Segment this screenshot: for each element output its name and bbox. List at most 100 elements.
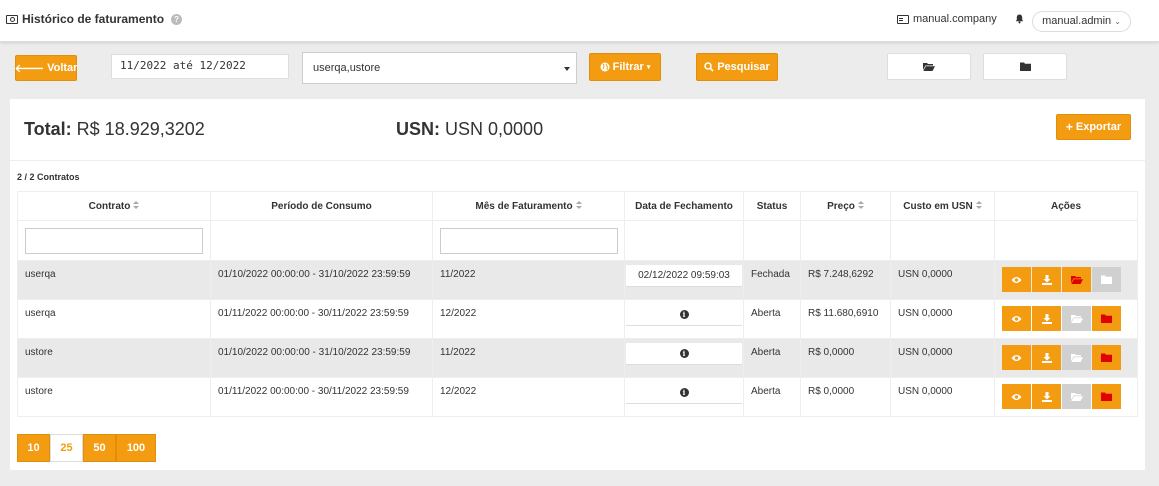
cell-mes: 11/2022	[432, 260, 625, 300]
sort-icon	[857, 201, 864, 210]
cell-fechamento: i	[624, 338, 744, 378]
cell-custo: USN 0,0000	[890, 260, 995, 300]
contract-select-value: userqa,ustore	[313, 62, 381, 74]
close-folder-button[interactable]	[1092, 267, 1121, 292]
page-size-50[interactable]: 50	[83, 434, 116, 462]
company-name: manual.company	[913, 13, 997, 25]
view-button[interactable]	[1002, 267, 1031, 292]
col-preco[interactable]: Preço	[800, 191, 891, 221]
view-button[interactable]	[1002, 306, 1031, 331]
folder-icon	[1101, 353, 1112, 362]
user-menu[interactable]: manual.admin ⌄	[1032, 11, 1131, 32]
caret-down-icon	[564, 67, 570, 71]
close-folder-button[interactable]	[1092, 384, 1121, 409]
plus-icon: +	[1065, 120, 1073, 134]
cell-contrato: userqa	[17, 260, 211, 300]
col-status: Status	[743, 191, 801, 221]
download-button[interactable]	[1032, 267, 1061, 292]
cell-acoes	[994, 299, 1138, 339]
col-fechamento: Data de Fechamento	[624, 191, 744, 221]
folder-open-icon	[1070, 276, 1083, 284]
cell-fechamento: 02/12/2022 09:59:03	[624, 260, 744, 300]
cell-status: Aberta	[743, 299, 801, 339]
info-icon[interactable]: i	[679, 310, 689, 319]
eye-icon	[1011, 276, 1022, 283]
cell-contrato: ustore	[17, 338, 211, 378]
download-button[interactable]	[1032, 345, 1061, 370]
export-button-label: Exportar	[1075, 121, 1122, 133]
search-button[interactable]: Pesquisar	[696, 53, 778, 81]
globe-icon	[600, 62, 610, 72]
bell-icon[interactable]	[1015, 14, 1024, 24]
open-folder-button[interactable]	[1062, 306, 1091, 331]
filter-button[interactable]: Filtrar ▾	[589, 53, 661, 81]
row-actions	[1002, 384, 1137, 409]
money-icon	[6, 14, 18, 24]
page-title: Histórico de faturamento ?	[6, 12, 183, 26]
open-folder-button[interactable]	[1062, 267, 1091, 292]
total-value: R$ 18.929,3202	[76, 119, 205, 139]
page-size-25[interactable]: 25	[50, 434, 83, 462]
cell-periodo: 01/11/2022 00:00:00 - 30/11/2022 23:59:5…	[210, 377, 433, 417]
closing-date-pending: i	[626, 343, 742, 365]
view-button[interactable]	[1002, 384, 1031, 409]
download-button[interactable]	[1032, 306, 1061, 331]
folder-open-icon	[1070, 393, 1083, 401]
col-label: Ações	[1050, 200, 1081, 212]
cell-fechamento: i	[624, 299, 744, 339]
folder-icon	[1101, 392, 1112, 401]
back-button-label: Voltar	[47, 62, 78, 74]
table-row: ustore 01/11/2022 00:00:00 - 30/11/2022 2…	[17, 377, 1138, 417]
row-actions	[1002, 267, 1137, 292]
open-folder-button[interactable]	[1062, 384, 1091, 409]
col-label: Data de Fechamento	[635, 200, 733, 212]
total-summary: Total: R$ 18.929,3202	[24, 119, 205, 140]
date-range-input[interactable]: 11/2022 até 12/2022	[111, 54, 289, 79]
back-button[interactable]: 🡐 Voltar	[15, 55, 77, 81]
empty-cell	[994, 220, 1138, 261]
close-folder-button[interactable]	[1092, 306, 1121, 331]
page-size-10[interactable]: 10	[17, 434, 50, 462]
export-button[interactable]: + Exportar	[1056, 114, 1131, 140]
col-label: Custo em USN	[903, 200, 973, 212]
view-button[interactable]	[1002, 345, 1031, 370]
usn-value: USN 0,0000	[445, 119, 544, 139]
open-folder-button[interactable]	[1062, 345, 1091, 370]
close-folder-button[interactable]	[1092, 345, 1121, 370]
folder-open-icon	[923, 63, 935, 71]
cell-periodo: 01/10/2022 00:00:00 - 31/10/2022 23:59:5…	[210, 260, 433, 300]
cell-contrato: ustore	[17, 377, 211, 417]
table-row: userqa 01/10/2022 00:00:00 - 31/10/2022 2…	[17, 260, 1138, 300]
folder-icon	[1019, 62, 1031, 71]
cell-mes: 12/2022	[432, 377, 625, 417]
col-label: Preço	[827, 200, 855, 212]
page-size-100[interactable]: 100	[116, 434, 156, 462]
closing-date: 02/12/2022 09:59:03	[626, 265, 742, 287]
company-selector[interactable]: manual.company	[897, 13, 997, 25]
page-title-text: Histórico de faturamento	[22, 12, 165, 26]
col-contrato[interactable]: Contrato	[17, 191, 211, 221]
caret-down-icon: ▾	[646, 64, 651, 71]
divider	[10, 160, 1145, 161]
top-bar: Histórico de faturamento ? manual.compan…	[0, 0, 1159, 42]
cell-status: Fechada	[743, 260, 801, 300]
month-filter-input[interactable]	[440, 227, 618, 254]
help-icon[interactable]: ?	[171, 13, 183, 25]
download-icon	[1041, 391, 1052, 402]
col-mes[interactable]: Mês de Faturamento	[432, 191, 625, 221]
info-icon[interactable]: i	[679, 349, 689, 358]
collapse-all-button[interactable]	[983, 53, 1067, 80]
empty-cell	[890, 220, 995, 261]
col-custo[interactable]: Custo em USN	[890, 191, 995, 221]
col-label: Mês de Faturamento	[475, 200, 573, 212]
info-icon[interactable]: i	[679, 388, 689, 397]
download-icon	[1041, 313, 1052, 324]
cell-acoes	[994, 377, 1138, 417]
contract-select[interactable]: userqa,ustore	[302, 52, 577, 84]
col-acoes: Ações	[994, 191, 1138, 221]
empty-cell	[743, 220, 801, 261]
contract-filter-input[interactable]	[25, 227, 203, 254]
cell-status: Aberta	[743, 377, 801, 417]
expand-all-button[interactable]	[887, 53, 971, 80]
download-button[interactable]	[1032, 384, 1061, 409]
